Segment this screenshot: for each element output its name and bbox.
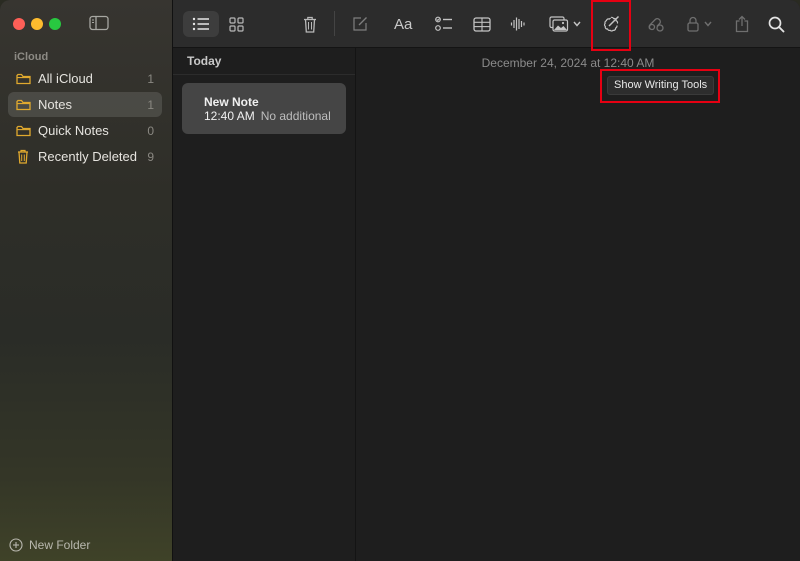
close-window-button[interactable] (13, 18, 25, 30)
new-folder-label: New Folder (29, 538, 91, 552)
folder-icon (16, 98, 32, 112)
folder-count: 0 (147, 123, 154, 138)
new-note-button[interactable] (347, 11, 373, 37)
collaborate-icon (648, 18, 664, 32)
sidebar-item-recently-deleted[interactable]: Recently Deleted 9 (8, 144, 162, 169)
sidebar: iCloud All iCloud 1 Notes 1 Quick Notes … (0, 0, 173, 561)
checklist-icon (435, 16, 452, 31)
new-folder-button[interactable]: New Folder (9, 538, 90, 552)
list-view-button[interactable] (183, 11, 219, 37)
folder-name: Quick Notes (38, 123, 109, 138)
trash-icon (16, 149, 32, 164)
gallery-view-button[interactable] (223, 11, 249, 37)
folder-list: All iCloud 1 Notes 1 Quick Notes 0 Recen… (8, 66, 162, 170)
waveform-icon (510, 17, 525, 31)
grid-icon (228, 16, 244, 32)
sidebar-item-notes[interactable]: Notes 1 (8, 92, 162, 117)
list-icon (192, 17, 209, 31)
delete-button[interactable] (297, 11, 323, 37)
audio-button[interactable] (505, 11, 531, 37)
list-group-header: Today (173, 48, 355, 75)
sidebar-item-all-icloud[interactable]: All iCloud 1 (8, 66, 162, 91)
sidebar-toggle-icon (89, 15, 109, 31)
search-button[interactable] (763, 11, 789, 37)
folder-icon (16, 72, 32, 86)
share-icon (735, 15, 749, 33)
lock-button[interactable] (681, 11, 717, 37)
traffic-lights (13, 18, 61, 30)
note-title: New Note (204, 95, 259, 109)
folder-name: Notes (38, 97, 72, 112)
collaborate-button[interactable] (643, 11, 669, 37)
note-editor[interactable]: December 24, 2024 at 12:40 AM Show Writi… (356, 48, 800, 561)
share-button[interactable] (729, 11, 755, 37)
format-button[interactable]: Aa (391, 11, 419, 37)
folder-count: 1 (147, 71, 154, 86)
writing-tools-highlight-box (591, 0, 631, 51)
media-button[interactable] (545, 11, 585, 37)
folder-name: All iCloud (38, 71, 93, 86)
sidebar-toggle-button[interactable] (89, 15, 109, 31)
folder-count: 9 (147, 149, 154, 164)
note-preview: No additional (260, 109, 331, 123)
sidebar-item-quick-notes[interactable]: Quick Notes 0 (8, 118, 162, 143)
table-button[interactable] (469, 11, 495, 37)
chevron-down-icon (703, 21, 712, 27)
photo-icon (549, 16, 569, 32)
folder-name: Recently Deleted (38, 149, 137, 164)
lock-icon (686, 16, 699, 32)
section-label-icloud: iCloud (14, 51, 49, 63)
folder-icon (16, 124, 32, 138)
svg-text:Aa: Aa (394, 16, 413, 32)
notes-window: iCloud All iCloud 1 Notes 1 Quick Notes … (0, 0, 800, 561)
checklist-button[interactable] (431, 11, 457, 37)
search-icon (768, 16, 784, 32)
zoom-window-button[interactable] (49, 18, 61, 30)
toolbar-separator (334, 11, 335, 36)
text-format-icon: Aa (394, 16, 413, 32)
folder-count: 1 (147, 97, 154, 112)
minimize-window-button[interactable] (31, 18, 43, 30)
toolbar: Aa (173, 0, 800, 48)
add-circle-icon (9, 538, 23, 552)
notes-list: Today New Note 12:40 AM No additional (173, 48, 356, 561)
trash-icon (304, 16, 316, 33)
table-icon (473, 16, 491, 32)
note-list-item[interactable]: New Note 12:40 AM No additional (182, 83, 346, 134)
note-meta: 12:40 AM No additional (204, 109, 331, 123)
compose-icon (353, 17, 367, 31)
tooltip-highlight-box (600, 69, 720, 103)
chevron-down-icon (573, 21, 581, 27)
note-date: December 24, 2024 at 12:40 AM (481, 56, 655, 70)
note-time: 12:40 AM (204, 109, 255, 123)
